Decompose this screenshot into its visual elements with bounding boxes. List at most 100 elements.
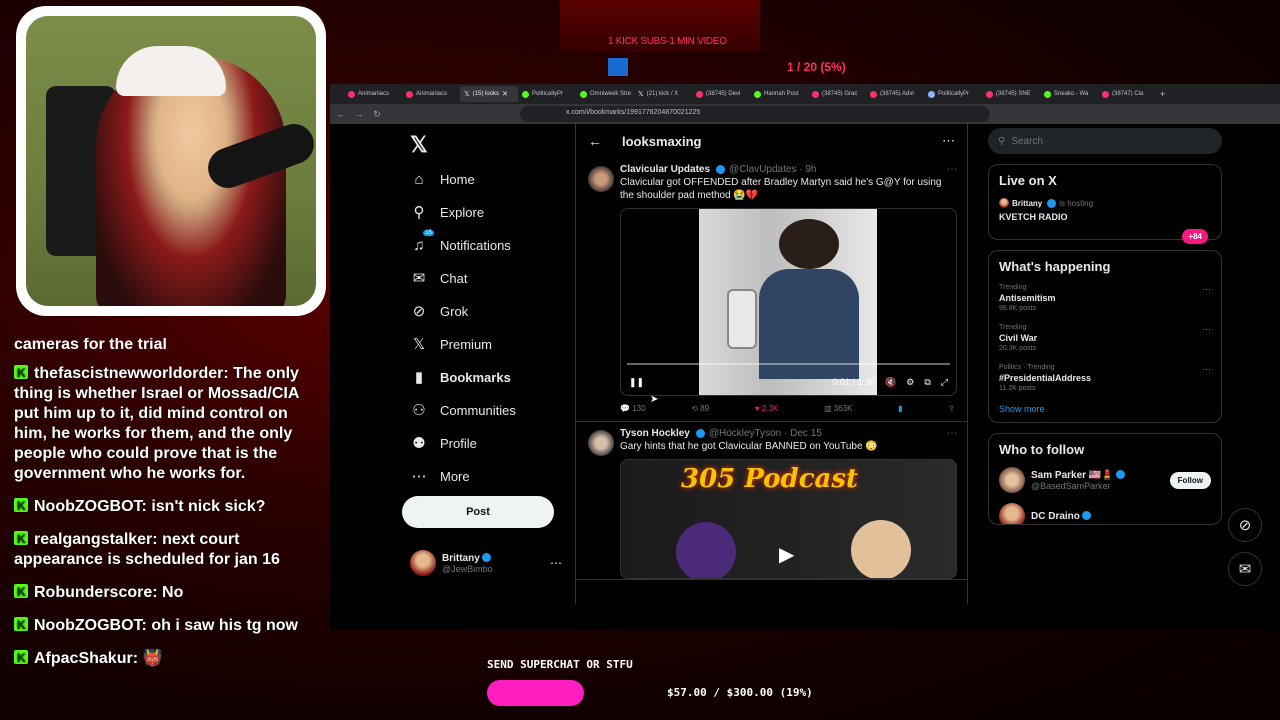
x-favicon-icon: 𝕏 — [464, 91, 470, 98]
tab-label: Animaniacs — [358, 91, 390, 97]
browser-tab[interactable]: 𝕏 (21) kick / X — [634, 86, 692, 102]
avatar — [999, 198, 1009, 208]
pip-icon[interactable]: ⧉ — [924, 377, 930, 388]
browser-tab[interactable]: (38745) Grac — [808, 86, 866, 102]
chat-text: isn't nick sick? — [151, 498, 266, 515]
kick-badge-icon — [14, 363, 28, 383]
nav-bookmarks[interactable]: ▮ Bookmarks — [410, 368, 511, 386]
reply-button[interactable]: 💬 130 — [620, 404, 646, 413]
play-icon[interactable]: ▶ — [779, 542, 794, 567]
browser-tab[interactable]: (38747) Cla — [1098, 86, 1156, 102]
follow-button[interactable]: Follow — [1169, 471, 1211, 489]
new-tab-button[interactable]: + — [1160, 89, 1165, 99]
close-icon[interactable]: ✕ — [502, 90, 508, 98]
back-icon[interactable]: ← — [334, 109, 348, 119]
stream-chat: cameras for the trial thefascistnewworld… — [14, 338, 324, 682]
superchat-prompt: SEND SUPERCHAT OR STFU — [487, 658, 633, 671]
nav-label: Explore — [440, 204, 485, 220]
browser-tab-active[interactable]: 𝕏 (15) looks ✕ — [460, 86, 518, 102]
search-input[interactable]: ⚲ Search — [988, 128, 1222, 154]
reload-icon[interactable]: ↻ — [370, 109, 384, 120]
tweet-handle: @HockleyTyson · Dec 15 — [708, 428, 822, 439]
repost-button[interactable]: ⟲ 89 — [691, 404, 709, 413]
browser-tab[interactable]: Omniweek Stre — [576, 86, 634, 102]
browser-tab[interactable]: (38745) Devi — [692, 86, 750, 102]
trend-more-icon[interactable]: ⋯ — [1202, 364, 1211, 375]
chat-user: NoobZOGBOT — [34, 617, 142, 634]
browser-tab[interactable]: Sneako - Wa — [1040, 86, 1098, 102]
post-button[interactable]: Post — [402, 496, 554, 528]
browser-tab[interactable]: Animaniacs — [402, 86, 460, 102]
nav-label: Communities — [440, 402, 516, 418]
browser-tab[interactable]: PoliticallyPr — [518, 86, 576, 102]
chat-message: thefascistnewworldorder: The only thing … — [14, 363, 324, 484]
chat-message: AfpacShakur: 👹 — [14, 648, 324, 669]
tweet-more-icon[interactable]: ⋯ — [947, 428, 957, 439]
forward-icon[interactable]: → — [352, 109, 366, 119]
mute-icon[interactable]: 🔇 — [885, 377, 896, 388]
views-button[interactable]: ▥ 363K — [824, 404, 852, 413]
trend-item[interactable]: Trending Civil War 20.3K posts ⋯ — [999, 324, 1211, 352]
grok-icon[interactable]: ⊘ — [1228, 508, 1262, 542]
like-button[interactable]: ♥ 2.3K — [755, 404, 778, 413]
tab-favicon-icon — [348, 90, 355, 98]
nav-more[interactable]: ⋯ More — [410, 467, 470, 485]
tweet-actions: 💬 130 ⟲ 89 ♥ 2.3K ▥ 363K ▮ ⇪ — [620, 396, 957, 421]
tab-label: Sneako - Wa — [1054, 91, 1089, 97]
browser-tab[interactable]: Hannah Post — [750, 86, 808, 102]
browser-tab[interactable]: (38745) Advi — [866, 86, 924, 102]
url-text[interactable]: x.com/i/bookmarks/1991776204870021225 — [566, 109, 700, 116]
superchat-progress-bar — [487, 680, 584, 706]
avatar[interactable] — [588, 166, 614, 192]
browser-tab[interactable]: Animaniacs — [344, 86, 402, 102]
tweet-video[interactable]: 305 Podcast ▶ — [620, 459, 957, 579]
tweet-video[interactable]: ❚❚ 0:01 / 1:36 🔇 ⚙ ⧉ ⤢ — [620, 208, 957, 396]
live-host-name: Brittany — [1012, 198, 1043, 208]
fullscreen-icon[interactable]: ⤢ — [941, 377, 948, 388]
tab-label: (38745) Advi — [880, 91, 914, 97]
nav-label: More — [440, 468, 470, 484]
tweet[interactable]: Tyson Hockley @HockleyTyson · Dec 15 ⋯ G… — [576, 422, 967, 580]
follow-suggestion[interactable]: DC Draino — [999, 503, 1211, 524]
tweet[interactable]: Clavicular Updates @ClavUpdates · 9h ⋯ C… — [576, 158, 967, 422]
chat-message-cut: cameras for the trial — [14, 338, 167, 352]
trend-more-icon[interactable]: ⋯ — [1202, 324, 1211, 335]
nav-premium[interactable]: 𝕏 Premium — [410, 335, 492, 353]
more-options-icon[interactable]: ⋯ — [942, 133, 955, 149]
bookmark-button[interactable]: ▮ — [898, 404, 902, 413]
account-switcher[interactable]: Brittany @JewBimbo — [410, 550, 493, 576]
trend-more-icon[interactable]: ⋯ — [1202, 284, 1211, 295]
nav-home[interactable]: ⌂ Home — [410, 170, 474, 188]
trend-meta: Politics · Trending — [999, 364, 1055, 371]
x-logo-icon[interactable]: 𝕏 — [410, 132, 428, 158]
nav-chat[interactable]: ✉ Chat — [410, 269, 468, 287]
host-left — [676, 522, 736, 578]
browser-tab[interactable]: (38745) SNE — [982, 86, 1040, 102]
messages-icon[interactable]: ✉ — [1228, 552, 1262, 586]
settings-icon[interactable]: ⚙ — [906, 377, 914, 388]
back-arrow-icon[interactable]: ← — [588, 133, 602, 149]
share-icon[interactable]: ⇪ — [948, 404, 955, 413]
nav-grok[interactable]: ⊘ Grok — [410, 302, 468, 320]
show-more-link[interactable]: Show more — [999, 404, 1211, 414]
tweet-author[interactable]: Tyson Hockley — [620, 428, 690, 439]
nav-profile[interactable]: ⚉ Profile — [410, 434, 477, 452]
nav-notifications[interactable]: ♫ 15 Notifications — [410, 230, 511, 254]
kick-badge-icon — [14, 615, 28, 635]
browser-tab[interactable]: PoliticallyPr — [924, 86, 982, 102]
avatar[interactable] — [588, 430, 614, 456]
video-progress-bar[interactable] — [627, 363, 950, 365]
nav-communities[interactable]: ⚇ Communities — [410, 401, 516, 419]
nav-explore[interactable]: ⚲ Explore — [410, 203, 485, 221]
account-more-icon[interactable]: ⋯ — [550, 556, 562, 570]
live-title: Live on X — [999, 173, 1057, 188]
pause-icon[interactable]: ❚❚ — [629, 377, 644, 388]
search-icon: ⚲ — [998, 135, 1006, 147]
trend-item[interactable]: Politics · Trending #PresidentialAddress… — [999, 364, 1211, 392]
floating-actions: ⊘ ✉ — [1228, 508, 1264, 596]
follow-suggestion[interactable]: Sam Parker 🇺🇸💄 @BasedSamParker Follow — [999, 467, 1211, 493]
tweet-author[interactable]: Clavicular Updates — [620, 164, 710, 175]
trend-item[interactable]: Trending Antisemitism 98.8K posts ⋯ — [999, 284, 1211, 312]
tweet-more-icon[interactable]: ⋯ — [947, 164, 957, 175]
video-frame — [699, 209, 877, 395]
